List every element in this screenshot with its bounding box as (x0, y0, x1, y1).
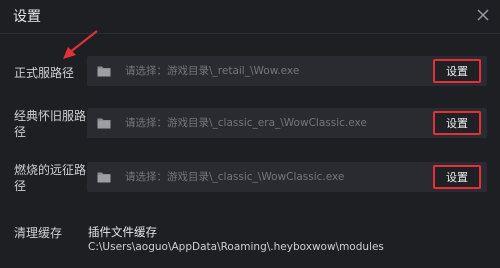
classic-path-field[interactable]: 请选择：游戏目录\_classic_\WowClassic.exe 设置 (87, 162, 487, 192)
classic-era-set-button[interactable]: 设置 (433, 111, 481, 135)
classic-era-path-label: 经典怀旧服路径 (14, 109, 87, 139)
settings-dialog: 设置 正式服路径 请选择：游戏目录\_retail_\Wow.exe 设置 经典… (0, 0, 500, 268)
plugin-cache-path: C:\Users\aoguo\AppData\Roaming\.heyboxwo… (88, 241, 384, 253)
classic-path-placeholder: 请选择：游戏目录\_classic_\WowClassic.exe (125, 171, 345, 183)
dialog-header: 设置 (0, 0, 500, 34)
classic-path-label: 燃烧的远征路径 (14, 163, 87, 193)
folder-icon[interactable] (97, 65, 111, 77)
retail-path-label: 正式服路径 (14, 66, 75, 80)
classic-era-path-row: 经典怀旧服路径 请选择：游戏目录\_classic_era_\WowClassi… (0, 106, 500, 142)
classic-era-path-field[interactable]: 请选择：游戏目录\_classic_era_\WowClassic.exe 设置 (87, 108, 487, 138)
classic-set-button[interactable]: 设置 (433, 165, 481, 189)
folder-icon[interactable] (97, 117, 111, 129)
retail-path-row: 正式服路径 请选择：游戏目录\_retail_\Wow.exe 设置 (0, 54, 500, 90)
header-divider (0, 33, 500, 34)
retail-path-placeholder: 请选择：游戏目录\_retail_\Wow.exe (125, 65, 300, 77)
folder-icon[interactable] (97, 171, 111, 183)
plugin-cache-title: 插件文件缓存 (88, 225, 157, 239)
retail-path-field[interactable]: 请选择：游戏目录\_retail_\Wow.exe 设置 (87, 56, 487, 86)
clear-cache-label: 清理缓存 (14, 226, 63, 240)
dialog-title: 设置 (13, 9, 41, 25)
close-icon[interactable] (476, 8, 490, 22)
retail-set-button[interactable]: 设置 (433, 59, 481, 83)
classic-path-row: 燃烧的远征路径 请选择：游戏目录\_classic_\WowClassic.ex… (0, 160, 500, 196)
classic-era-path-placeholder: 请选择：游戏目录\_classic_era_\WowClassic.exe (125, 117, 367, 129)
